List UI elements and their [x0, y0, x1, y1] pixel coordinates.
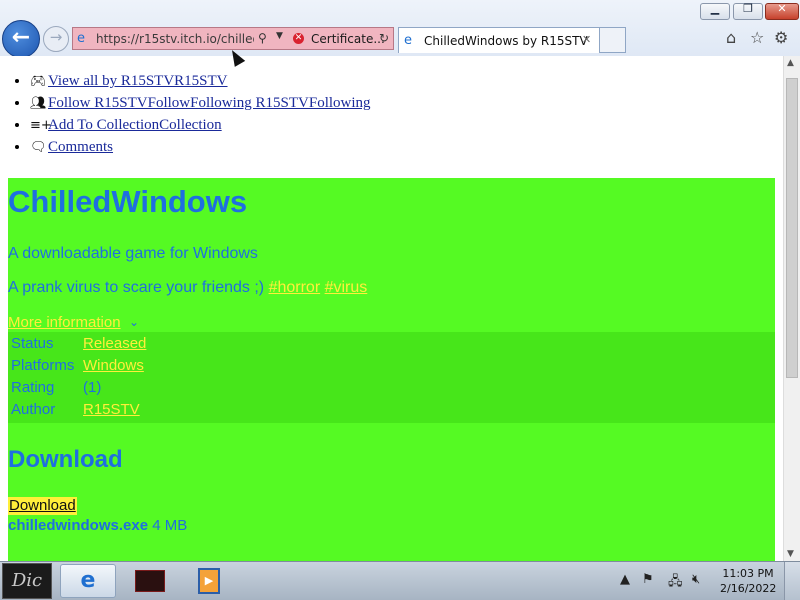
tab-close-icon[interactable]: ✕	[582, 33, 591, 46]
author-link[interactable]: R15STV	[83, 399, 140, 421]
taskbar-media-button[interactable]: ▶	[182, 564, 238, 598]
nav-item-follow: 👥︎Follow R15STVFollowFollowing R15STVFol…	[30, 92, 371, 114]
start-button[interactable]: Dic	[2, 563, 52, 599]
ie-page-icon: e	[77, 31, 85, 46]
info-key: Platforms	[11, 357, 75, 374]
tray-expand-icon[interactable]: ▲	[620, 572, 630, 587]
nav-item-view-all: 🎮︎View all by R15STVR15STV	[30, 70, 371, 92]
taskbar-app-button[interactable]	[122, 564, 178, 598]
nav-item-comments: 🗨︎Comments	[30, 136, 371, 158]
add-collection-icon: ≡+	[30, 118, 52, 133]
add-collection-link[interactable]: Add To CollectionCollection	[48, 117, 222, 133]
comment-icon: 🗨︎	[30, 140, 47, 155]
game-panel: ChilledWindows A downloadable game for W…	[8, 178, 775, 561]
flag-icon[interactable]: ⚑	[642, 572, 654, 587]
chevron-down-icon[interactable]: ⌄	[129, 315, 139, 329]
taskbar-ie-button[interactable]: e	[60, 564, 116, 598]
follow-link[interactable]: Follow R15STVFollowFollowing R15STVFollo…	[48, 95, 371, 111]
rating-value: (1)	[83, 379, 102, 396]
page-content: 🎮︎View all by R15STVR15STV 👥︎Follow R15S…	[0, 56, 783, 561]
scroll-down-icon[interactable]: ▼	[787, 549, 794, 559]
more-information-toggle[interactable]: More information	[8, 314, 121, 331]
system-tray: ▲ ⚑ 🖧︎ 🔇︎	[618, 572, 718, 592]
file-name: chilledwindows.exe	[8, 517, 149, 534]
close-icon: ✕	[777, 2, 787, 15]
info-key: Author	[11, 401, 56, 418]
certificate-error-label[interactable]: Certificate...	[311, 32, 385, 46]
tag-virus-link[interactable]: #virus	[325, 279, 368, 296]
maximize-button[interactable]: ❐	[733, 2, 763, 20]
new-tab-button[interactable]	[600, 27, 626, 53]
certificate-error-icon: ✕	[293, 33, 304, 44]
app-window-icon	[135, 570, 165, 592]
media-player-icon: ▶	[198, 568, 220, 594]
gamepad-icon: 🎮︎	[30, 74, 47, 89]
clock-date: 2/16/2022	[720, 582, 777, 595]
nav-item-collection: ≡+Add To CollectionCollection	[30, 114, 371, 136]
game-description: A prank virus to scare your friends ;)	[8, 279, 265, 296]
search-icon[interactable]: ⚲	[258, 31, 267, 45]
speaker-muted-icon[interactable]: 🔇︎	[692, 572, 700, 587]
browser-chrome: ▁ ❐ ✕ ← → e https://r15stv.itch.io/chill…	[0, 0, 800, 58]
clock-time: 11:03 PM	[722, 567, 774, 580]
favorites-star-icon[interactable]: ☆	[750, 28, 764, 47]
toolbar-icons: ⌂ ☆ ⚙	[726, 28, 798, 48]
show-desktop-button[interactable]	[784, 562, 800, 600]
gear-icon[interactable]: ⚙	[774, 28, 788, 47]
scrollbar-thumb[interactable]	[786, 78, 798, 378]
dropdown-icon[interactable]: ▼	[276, 31, 283, 41]
network-icon[interactable]: 🖧︎	[668, 572, 683, 594]
forward-button[interactable]: →	[43, 26, 69, 52]
file-size: 4 MB	[152, 517, 188, 534]
tab-title: ChilledWindows by R15STV	[424, 34, 588, 48]
comments-link[interactable]: Comments	[48, 139, 113, 155]
scroll-up-icon[interactable]: ▲	[787, 58, 794, 68]
refresh-icon[interactable]: ↻	[379, 31, 389, 45]
download-heading: Download	[8, 446, 123, 473]
forward-arrow-icon: →	[49, 28, 63, 46]
taskbar: Dic e ▶ ▲ ⚑ 🖧︎ 🔇︎ 11:03 PM 2/16/2022	[0, 561, 800, 600]
ie-tab-icon: e	[404, 33, 412, 48]
minimize-button[interactable]: ▁	[700, 2, 730, 20]
game-description-row: A prank virus to scare your friends ;) #…	[8, 279, 367, 297]
tag-horror-link[interactable]: #horror	[269, 279, 321, 296]
home-icon[interactable]: ⌂	[726, 28, 736, 47]
game-subtitle: A downloadable game for Windows	[8, 245, 258, 262]
internet-explorer-icon: e	[80, 568, 96, 593]
info-key: Rating	[11, 379, 55, 396]
follow-users-icon: 👥︎	[30, 96, 47, 111]
status-link[interactable]: Released	[83, 333, 146, 355]
tab-chilledwindows[interactable]: e ChilledWindows by R15STV ✕	[398, 27, 600, 53]
info-key: Status	[11, 335, 54, 352]
download-button[interactable]: Download	[8, 497, 77, 515]
restore-icon: ❐	[743, 2, 753, 15]
address-bar[interactable]: e https://r15stv.itch.io/chilledw ⚲ ▼ ✕ …	[72, 27, 394, 50]
info-table: Status Released Platforms Windows Rating…	[8, 332, 775, 423]
back-arrow-icon: ←	[11, 25, 31, 50]
back-button[interactable]: ←	[2, 20, 40, 58]
minimize-icon: ▁	[710, 2, 720, 15]
view-all-link[interactable]: View all by R15STVR15STV	[48, 73, 228, 89]
vertical-scrollbar[interactable]: ▲ ▼	[783, 56, 800, 561]
close-window-button[interactable]: ✕	[765, 2, 799, 20]
platforms-link[interactable]: Windows	[83, 355, 144, 377]
file-entry: chilledwindows.exe 4 MB	[8, 517, 187, 534]
game-nav-list: 🎮︎View all by R15STVR15STV 👥︎Follow R15S…	[0, 70, 371, 158]
game-title: ChilledWindows	[8, 184, 248, 219]
address-url[interactable]: https://r15stv.itch.io/chilledw	[96, 32, 254, 46]
clock[interactable]: 11:03 PM 2/16/2022	[720, 566, 776, 596]
